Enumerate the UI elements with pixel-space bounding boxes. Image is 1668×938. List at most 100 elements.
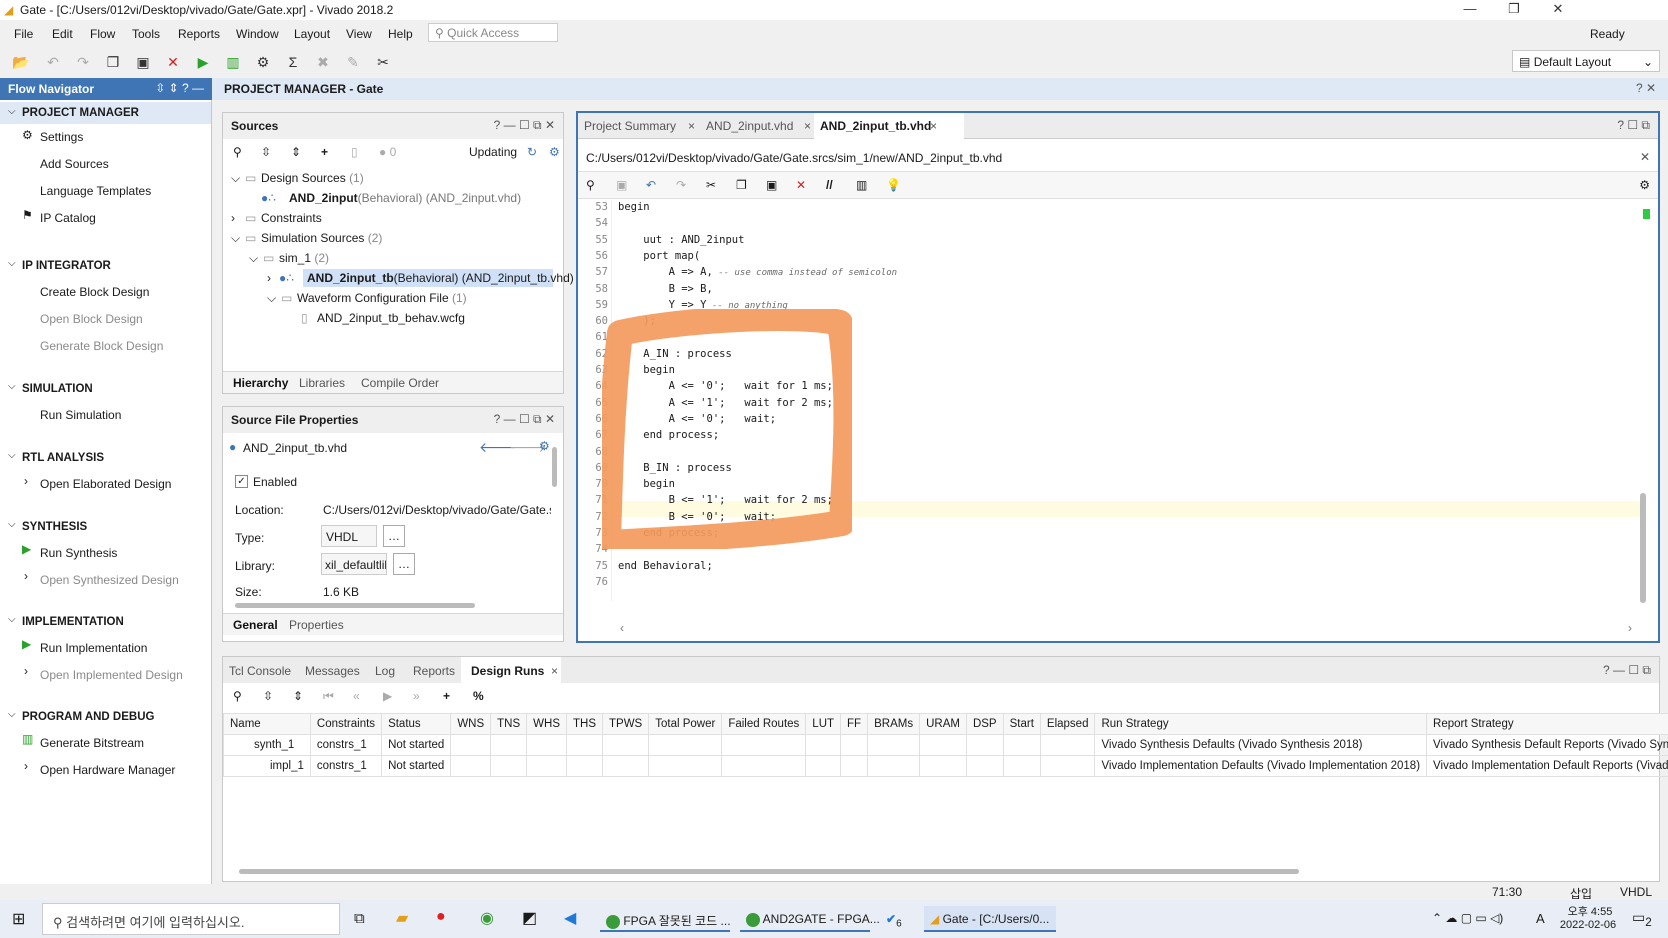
menu-flow[interactable]: Flow (90, 27, 115, 41)
scroll-right-icon[interactable]: › (1628, 621, 1632, 635)
tab-tcl-console[interactable]: Tcl Console (229, 664, 291, 678)
tree-constraints[interactable]: Constraints (261, 211, 322, 225)
ime-indicator[interactable]: A (1536, 911, 1545, 926)
table-row[interactable]: impl_1 constrs_1 Not started Vivado Impleme… (223, 755, 1668, 777)
gear-icon[interactable]: ⚙ (1639, 178, 1650, 192)
close-icon[interactable]: ✕ (1536, 1, 1580, 17)
tab-compile-order[interactable]: Compile Order (361, 376, 439, 390)
close-icon[interactable]: × (551, 664, 558, 678)
close-icon[interactable]: × (804, 119, 811, 133)
taskbar-search-input[interactable]: ⚲ 검색하려면 여기에 입력하십시오. (42, 903, 340, 935)
prev-icon[interactable]: « (353, 689, 360, 703)
column-header[interactable]: THS (566, 713, 603, 735)
taskbar-app-vivado[interactable]: ◢ Gate - [C:/Users/0... (924, 906, 1056, 932)
sticky-notes-icon[interactable]: ◩ (522, 908, 537, 928)
column-header[interactable]: WHS (526, 713, 567, 735)
collapse-all-icon[interactable]: ⇳ (263, 689, 273, 703)
tree-waveform-config[interactable]: Waveform Configuration File (1) (297, 291, 467, 305)
comment-icon[interactable]: // (826, 178, 833, 192)
column-header[interactable]: WNS (450, 713, 492, 735)
chevron-down-icon[interactable]: ⌵ (8, 258, 16, 269)
section-rtl-analysis[interactable]: RTL ANALYSIS (22, 452, 104, 464)
open-project-icon[interactable]: 📂 (12, 53, 30, 71)
section-implementation[interactable]: IMPLEMENTATION (22, 616, 124, 628)
search-icon[interactable]: ⚲ (586, 178, 595, 192)
collapse-all-icon[interactable]: ⇳ (261, 145, 271, 159)
column-header[interactable]: Total Power (648, 713, 723, 735)
menu-window[interactable]: Window (236, 27, 279, 41)
help-close-icons[interactable]: ? ✕ (1636, 81, 1656, 95)
nav-generate-bitstream[interactable]: Generate Bitstream (40, 736, 144, 750)
nav-open-synthesized-design[interactable]: Open Synthesized Design (40, 573, 179, 587)
layout-select[interactable]: ▤ Default Layout ⌄ (1512, 50, 1660, 72)
tab-reports[interactable]: Reports (413, 664, 455, 678)
enabled-checkbox[interactable]: ✓ (235, 475, 248, 488)
library-more-button[interactable]: … (393, 553, 415, 575)
chrome-icon[interactable]: ◉ (480, 908, 494, 928)
undo-icon[interactable]: ↶ (44, 53, 62, 71)
nav-language-templates[interactable]: Language Templates (40, 184, 151, 198)
paste-icon[interactable]: ▣ (766, 178, 777, 192)
chevron-down-icon[interactable]: ⌵ (8, 519, 16, 530)
nav-open-elaborated-design[interactable]: Open Elaborated Design (40, 477, 171, 491)
paste-icon[interactable]: ▣ (134, 53, 152, 71)
file-icon[interactable]: ▯ (351, 145, 358, 159)
undo-icon[interactable]: ↶ (646, 178, 656, 192)
chevron-down-icon[interactable]: ⌵ (8, 614, 16, 625)
cut-icon[interactable]: ✂ (706, 178, 716, 192)
pencil-icon[interactable]: ✎ (344, 53, 362, 71)
first-icon[interactable]: ⏮ (323, 689, 334, 704)
chevron-down-icon[interactable]: ⌵ (8, 450, 16, 461)
nav-open-block-design[interactable]: Open Block Design (40, 312, 143, 326)
nav-run-implementation[interactable]: Run Implementation (40, 641, 147, 655)
tree-and-2input-tb[interactable]: AND_2input_tb(Behavioral) (AND_2input_tb… (307, 271, 592, 285)
column-header[interactable]: TNS (490, 713, 528, 735)
menu-reports[interactable]: Reports (178, 27, 220, 41)
window-controls-icon[interactable]: ? ☐ ⧉ (1617, 118, 1650, 133)
sigma-icon[interactable]: Σ (284, 53, 302, 71)
section-simulation[interactable]: SIMULATION (22, 383, 93, 395)
column-header[interactable]: Status (381, 713, 452, 735)
refresh-icon[interactable]: ↻ (527, 145, 537, 159)
play-icon[interactable]: ▶ (383, 689, 392, 703)
tree-simulation-sources[interactable]: Simulation Sources (2) (261, 231, 382, 245)
tree-design-sources[interactable]: Design Sources (1) (261, 171, 364, 185)
bitstream-icon[interactable]: ▥ (224, 53, 242, 71)
chevron-right-icon[interactable]: › (24, 759, 28, 773)
gear-icon[interactable]: ⚙ (549, 145, 560, 159)
code-line[interactable]: begin (618, 201, 650, 213)
chevron-right-icon[interactable]: › (267, 271, 271, 285)
percent-icon[interactable]: % (473, 689, 484, 703)
column-header[interactable]: Elapsed (1039, 713, 1096, 735)
type-more-button[interactable]: … (383, 525, 405, 547)
task-view-icon[interactable]: ⧉ (354, 910, 365, 927)
nav-add-sources[interactable]: Add Sources (40, 157, 109, 171)
tab-libraries[interactable]: Libraries (299, 376, 345, 390)
search-icon[interactable]: ⚲ (233, 689, 242, 703)
chevron-down-icon[interactable]: ⌵ (267, 291, 276, 306)
clock-date[interactable]: 2022-02-06 (1556, 919, 1620, 931)
chevron-down-icon[interactable]: ⌵ (8, 381, 16, 392)
windows-start-icon[interactable]: ⊞ (12, 909, 25, 929)
quick-access-input[interactable]: ⚲ Quick Access (428, 23, 558, 42)
chevron-down-icon[interactable]: ⌵ (231, 231, 240, 246)
close-icon[interactable]: ✕ (1640, 150, 1650, 164)
column-header[interactable]: LUT (805, 713, 842, 735)
taskbar-app-chrome-1[interactable]: FPGA 잘못된 코드 ... (600, 906, 731, 932)
copy-icon[interactable]: ❐ (104, 53, 122, 71)
horizontal-scrollbar[interactable] (235, 603, 475, 608)
scroll-left-icon[interactable]: ‹ (620, 621, 624, 635)
clock-time[interactable]: 오후 4:55 (1560, 903, 1620, 919)
chevron-down-icon[interactable]: ⌵ (249, 251, 258, 266)
tab-messages[interactable]: Messages (305, 664, 360, 678)
redo-icon[interactable]: ↷ (676, 178, 686, 192)
tools-icon[interactable]: ✂ (374, 53, 392, 71)
run-icon[interactable]: ▶ (194, 53, 212, 71)
table-row[interactable]: synth_1 constrs_1 Not started Vivado Synthe… (223, 734, 1668, 756)
tab-and-2input-vhd[interactable]: AND_2input.vhd (706, 119, 793, 133)
column-header[interactable]: TPWS (601, 713, 650, 735)
menu-layout[interactable]: Layout (294, 27, 330, 41)
expand-all-icon[interactable]: ⇕ (293, 689, 303, 703)
nav-generate-block-design[interactable]: Generate Block Design (40, 339, 163, 353)
taskbar-app-todo[interactable]: ✔6 (880, 906, 916, 932)
